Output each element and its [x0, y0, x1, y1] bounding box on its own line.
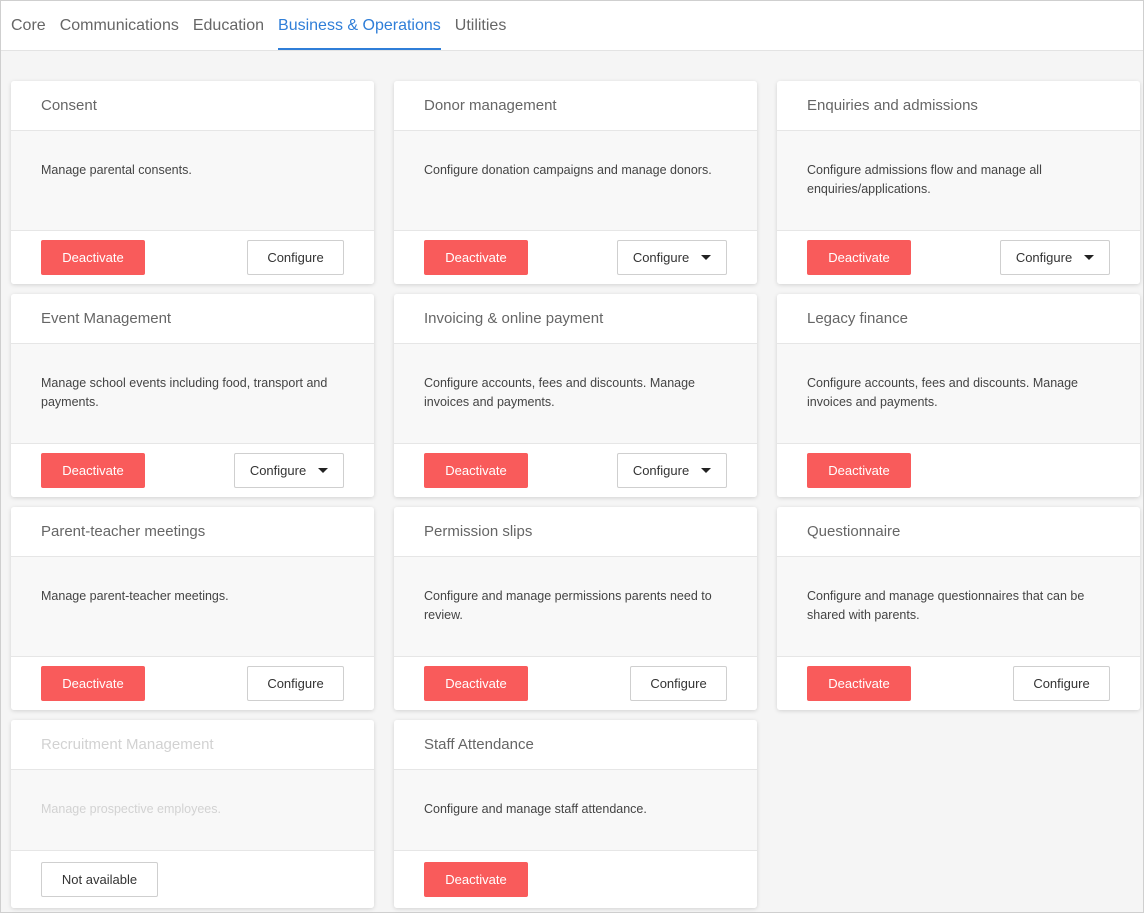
module-card-legacy-finance: Legacy finance Configure accounts, fees a…	[777, 294, 1140, 497]
card-title: Staff Attendance	[394, 720, 757, 770]
card-actions: Deactivate Configure	[11, 656, 374, 710]
configure-label: Configure	[267, 676, 324, 691]
configure-label: Configure	[632, 250, 690, 265]
tab-utilities[interactable]: Utilities	[455, 17, 507, 50]
configure-label: Configure	[1015, 250, 1073, 265]
configure-dropdown-button[interactable]: Configure	[1000, 240, 1110, 275]
card-description: Configure donation campaigns and manage …	[394, 131, 757, 230]
deactivate-button[interactable]: Deactivate	[41, 453, 145, 488]
module-card-enquiries-and-admissions: Enquiries and admissions Configure admiss…	[777, 81, 1140, 284]
module-card-questionnaire: Questionnaire Configure and manage questi…	[777, 507, 1140, 710]
deactivate-button[interactable]: Deactivate	[807, 240, 911, 275]
configure-button[interactable]: Configure	[247, 666, 344, 701]
module-card-invoicing-and-online-payment: Invoicing & online payment Configure acco…	[394, 294, 757, 497]
card-description: Configure and manage questionnaires that…	[777, 557, 1140, 656]
card-actions: Not available	[11, 850, 374, 908]
card-description: Manage school events including food, tra…	[11, 344, 374, 443]
module-card-grid: Consent Manage parental consents. Deactiva…	[11, 81, 1140, 908]
card-description: Configure accounts, fees and discounts. …	[394, 344, 757, 443]
module-card-donor-management: Donor management Configure donation campa…	[394, 81, 757, 284]
tab-communications[interactable]: Communications	[60, 17, 179, 50]
configure-button[interactable]: Configure	[247, 240, 344, 275]
configure-label: Configure	[249, 463, 307, 478]
card-description: Configure and manage permissions parents…	[394, 557, 757, 656]
card-title: Legacy finance	[777, 294, 1140, 344]
configure-label: Configure	[1033, 676, 1090, 691]
card-description: Manage parent-teacher meetings.	[11, 557, 374, 656]
module-card-parent-teacher-meetings: Parent-teacher meetings Manage parent-tea…	[11, 507, 374, 710]
card-actions: Deactivate Configure	[11, 443, 374, 497]
card-description: Configure accounts, fees and discounts. …	[777, 344, 1140, 443]
configure-label: Configure	[650, 676, 707, 691]
deactivate-button[interactable]: Deactivate	[424, 666, 528, 701]
card-actions: Deactivate Configure	[777, 230, 1140, 284]
card-description: Manage prospective employees.	[11, 770, 374, 850]
card-actions: Deactivate	[777, 443, 1140, 497]
card-title: Questionnaire	[777, 507, 1140, 557]
configure-label: Configure	[632, 463, 690, 478]
card-title: Donor management	[394, 81, 757, 131]
card-description: Manage parental consents.	[11, 131, 374, 230]
caret-down-icon	[701, 255, 712, 260]
card-actions: Deactivate Configure	[777, 656, 1140, 710]
card-title: Enquiries and admissions	[777, 81, 1140, 131]
category-tabs: Core Communications Education Business &…	[1, 1, 1143, 51]
deactivate-button[interactable]: Deactivate	[41, 666, 145, 701]
configure-label: Configure	[267, 250, 324, 265]
card-actions: Deactivate Configure	[394, 443, 757, 497]
deactivate-button[interactable]: Deactivate	[807, 666, 911, 701]
deactivate-button[interactable]: Deactivate	[807, 453, 911, 488]
card-title: Consent	[11, 81, 374, 131]
module-card-permission-slips: Permission slips Configure and manage per…	[394, 507, 757, 710]
not-available-button: Not available	[41, 862, 158, 897]
card-title: Parent-teacher meetings	[11, 507, 374, 557]
card-title: Event Management	[11, 294, 374, 344]
configure-dropdown-button[interactable]: Configure	[617, 240, 727, 275]
tab-business-operations[interactable]: Business & Operations	[278, 17, 441, 50]
caret-down-icon	[701, 468, 712, 473]
caret-down-icon	[318, 468, 329, 473]
card-description: Configure and manage staff attendance.	[394, 770, 757, 850]
deactivate-button[interactable]: Deactivate	[424, 240, 528, 275]
card-title: Recruitment Management	[11, 720, 374, 770]
deactivate-button[interactable]: Deactivate	[41, 240, 145, 275]
module-card-consent: Consent Manage parental consents. Deactiva…	[11, 81, 374, 284]
card-title: Invoicing & online payment	[394, 294, 757, 344]
card-actions: Deactivate Configure	[394, 230, 757, 284]
card-actions: Deactivate Configure	[394, 656, 757, 710]
tab-education[interactable]: Education	[193, 17, 264, 50]
deactivate-button[interactable]: Deactivate	[424, 453, 528, 488]
card-title: Permission slips	[394, 507, 757, 557]
card-description: Configure admissions flow and manage all…	[777, 131, 1140, 230]
configure-dropdown-button[interactable]: Configure	[617, 453, 727, 488]
module-card-staff-attendance: Staff Attendance Configure and manage sta…	[394, 720, 757, 908]
configure-dropdown-button[interactable]: Configure	[234, 453, 344, 488]
configure-button[interactable]: Configure	[630, 666, 727, 701]
module-card-recruitment-management: Recruitment Management Manage prospective…	[11, 720, 374, 908]
caret-down-icon	[1084, 255, 1095, 260]
configure-button[interactable]: Configure	[1013, 666, 1110, 701]
tab-core[interactable]: Core	[11, 17, 46, 50]
app-window: Core Communications Education Business &…	[0, 0, 1144, 913]
module-card-event-management: Event Management Manage school events inc…	[11, 294, 374, 497]
deactivate-button[interactable]: Deactivate	[424, 862, 528, 897]
card-actions: Deactivate	[394, 850, 757, 908]
card-actions: Deactivate Configure	[11, 230, 374, 284]
